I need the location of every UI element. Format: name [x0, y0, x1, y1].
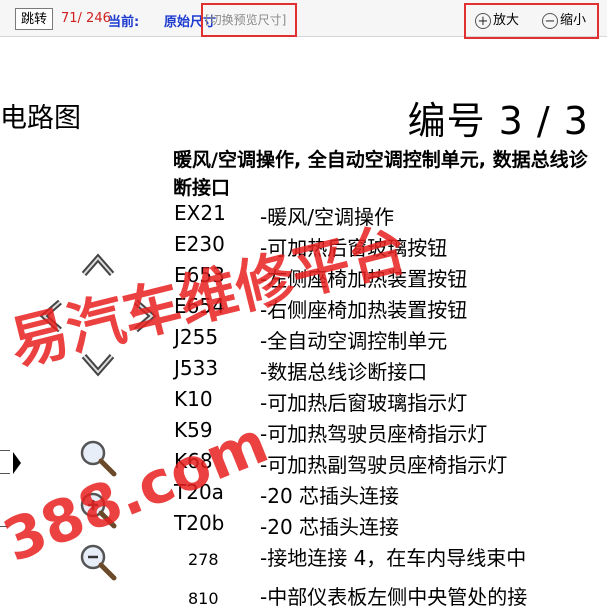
component-desc: -右侧座椅加热装置按钮: [260, 298, 468, 322]
component-code: E654: [174, 294, 225, 318]
page-indicator: 71/ 246: [61, 11, 111, 26]
magnifier-icon[interactable]: [78, 438, 118, 478]
component-code: T20a: [174, 480, 224, 504]
diagram-number: 编号 3 / 3: [407, 99, 589, 143]
component-code: 810: [188, 589, 219, 608]
component-desc: -可加热后窗玻璃按钮: [260, 236, 448, 260]
zoom-out-label: 缩小: [560, 13, 587, 28]
pan-up-icon[interactable]: [80, 250, 116, 280]
component-code: E653: [174, 263, 225, 287]
zoom-in-label: 放大: [493, 13, 520, 28]
component-code: J533: [174, 356, 219, 380]
watermark-url: 388.com: [0, 407, 278, 576]
pan-left-icon[interactable]: [36, 298, 66, 334]
component-desc: -接地连接 4，在车内导线束中: [260, 546, 527, 570]
plus-circle-icon: +: [475, 12, 491, 29]
component-desc: -左侧座椅加热装置按钮: [260, 267, 468, 291]
component-code: T20b: [174, 511, 225, 535]
minus-circle-icon: −: [542, 12, 558, 29]
zoom-out-button[interactable]: − 缩小: [542, 11, 586, 31]
component-desc: -可加热驾驶员座椅指示灯: [260, 422, 488, 446]
component-code: 278: [188, 550, 219, 569]
current-mode-label: 当前:: [108, 15, 140, 30]
zoom-out-magnifier-icon[interactable]: [78, 542, 118, 582]
pan-right-icon[interactable]: [130, 298, 160, 334]
component-desc: -20 芯插头连接: [260, 484, 400, 508]
component-desc: -中部仪表板左侧中央管处的接: [260, 585, 528, 609]
component-desc: -可加热副驾驶员座椅指示灯: [260, 453, 508, 477]
component-desc: -暖风/空调操作: [260, 205, 394, 229]
component-code: K59: [174, 418, 213, 442]
diagram-heading: 暖风/空调操作, 全自动空调控制单元, 数据总线诊断接口: [173, 149, 588, 199]
diagram-title-fragment: 电路图: [0, 103, 81, 134]
component-desc: -全自动空调控制单元: [260, 329, 448, 353]
component-code: E230: [174, 232, 225, 256]
component-code: K10: [174, 387, 213, 411]
pan-down-icon[interactable]: [80, 350, 116, 380]
diagram-fragment: [0, 450, 10, 474]
component-code: EX21: [174, 201, 226, 225]
jump-button[interactable]: 跳转: [15, 8, 54, 30]
component-code: J255: [174, 325, 219, 349]
component-desc: -20 芯插头连接: [260, 515, 400, 539]
zoom-in-magnifier-icon[interactable]: [78, 490, 118, 530]
diagram-arrow-fragment: [13, 452, 21, 474]
component-desc: -可加热后窗玻璃指示灯: [260, 391, 468, 415]
zoom-in-button[interactable]: + 放大: [475, 11, 519, 31]
component-code: K68: [174, 449, 213, 473]
toolbar: 跳转 71/ 246 当前: 原始尺寸 [切换预览尺寸] + 放大 − 缩小: [0, 0, 607, 39]
switch-preview-size-link[interactable]: [切换预览尺寸]: [205, 11, 286, 28]
component-desc: -数据总线诊断接口: [260, 360, 428, 384]
diagram-line-fragment: [0, 526, 8, 527]
